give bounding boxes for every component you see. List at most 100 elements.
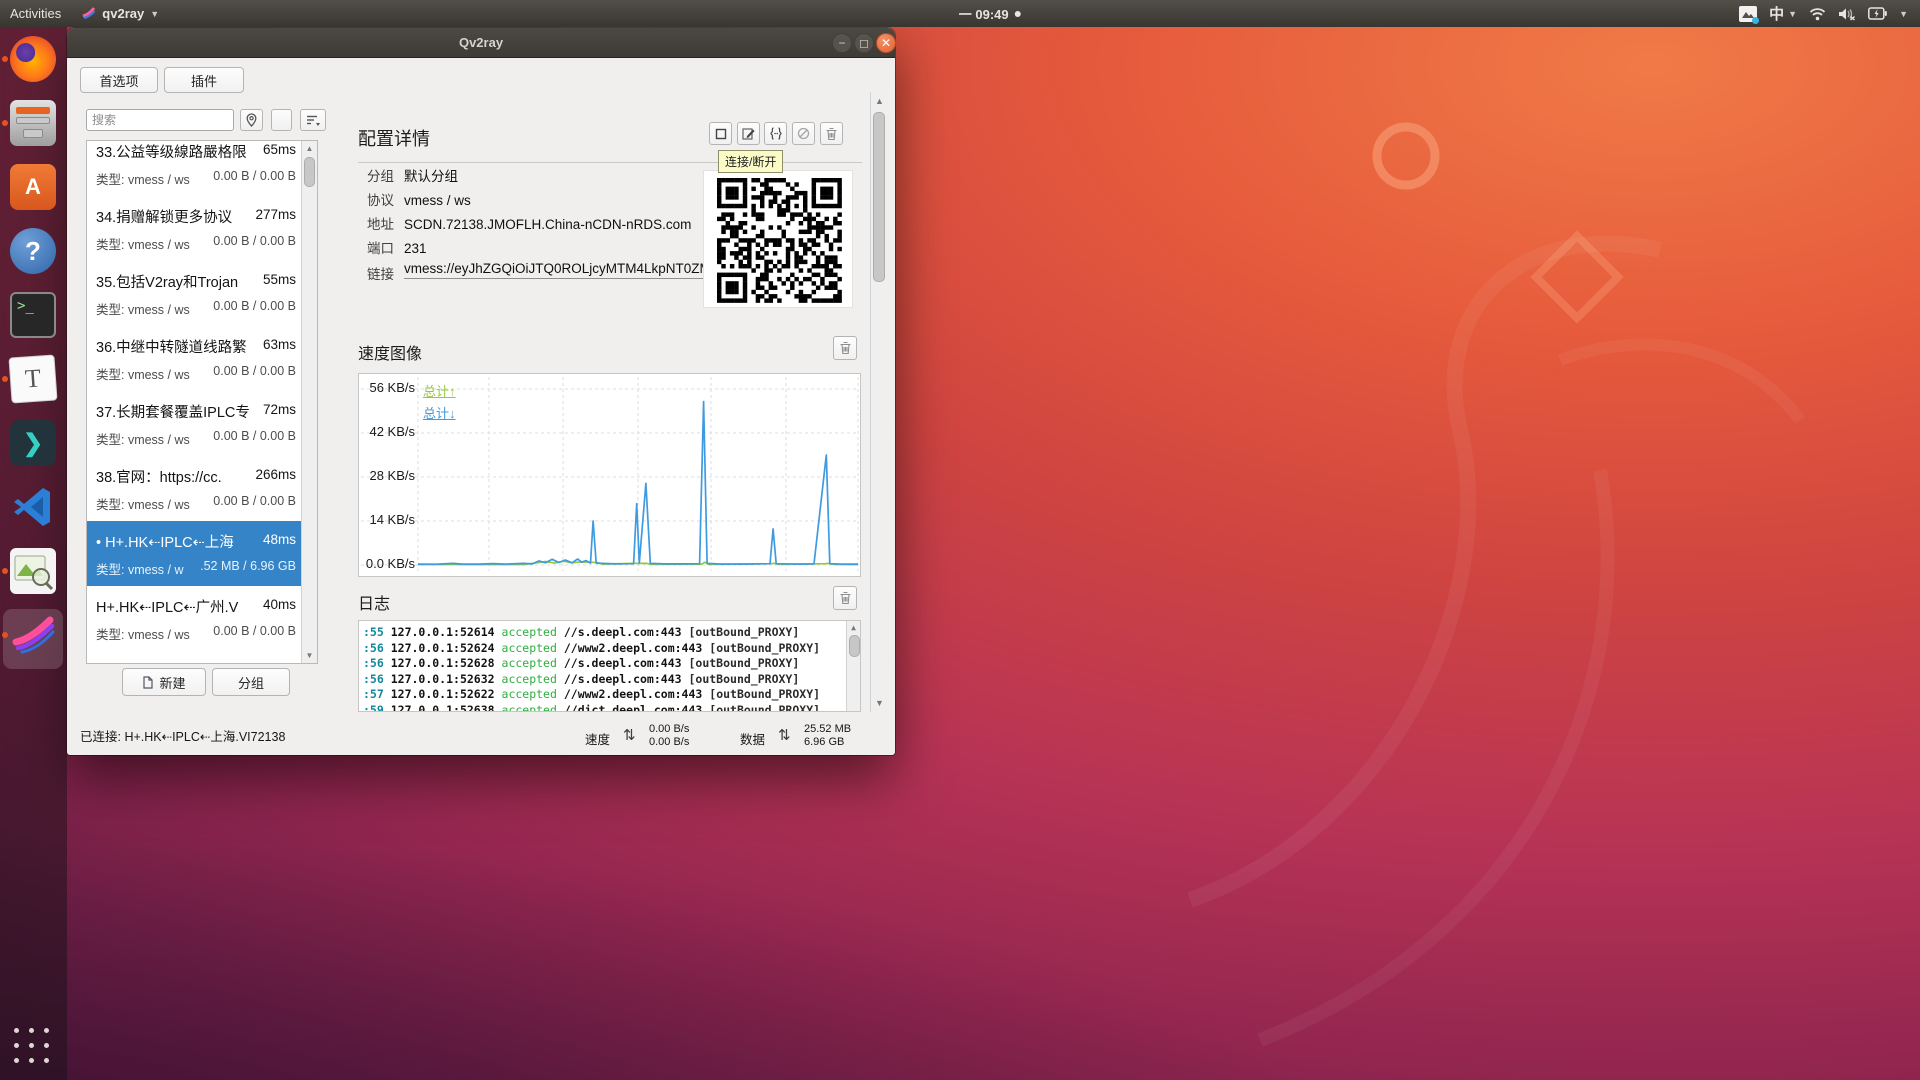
list-item[interactable]: 36.中继中转隧道线路繁 63ms 类型: vmess / ws 0.00 B …	[87, 326, 303, 391]
latency: 72ms	[263, 402, 296, 417]
field-label: 链接	[367, 267, 394, 282]
edit-connection-button[interactable]	[737, 122, 760, 145]
traffic: .52 MB / 6.96 GB	[200, 559, 296, 573]
list-item[interactable]: • H+.HK⇠IPLC⇠上海 48ms 类型: vmess / w .52 M…	[87, 521, 303, 586]
battery-charging-icon[interactable]	[1868, 7, 1887, 20]
sort-icon	[306, 114, 321, 127]
edit-json-button[interactable]	[764, 122, 787, 145]
connection-status: 已连接: H+.HK⇠IPLC⇠上海.VI72138	[80, 726, 285, 745]
connection-name: 37.长期套餐覆盖IPLC专	[96, 401, 256, 422]
list-item[interactable]: H+.HK⇠IPLC⇠广州.V 40ms 类型: vmess / ws 0.00…	[87, 586, 303, 651]
latency: 55ms	[263, 272, 296, 287]
edit-pencil-icon	[742, 127, 755, 140]
scrollbar-thumb[interactable]	[873, 112, 885, 282]
input-method-indicator[interactable]: 中 ▼	[1769, 3, 1797, 24]
scroll-up-icon[interactable]: ▲	[847, 623, 860, 632]
app-menu[interactable]: qv2ray ▼	[71, 0, 169, 27]
trash-icon	[825, 127, 838, 141]
scroll-down-icon[interactable]: ▼	[871, 698, 888, 708]
preferences-button[interactable]: 首选项	[80, 67, 158, 93]
group-button[interactable]: 分组	[212, 668, 290, 696]
running-indicator	[2, 376, 8, 382]
connection-name: 33.公益等级線路嚴格限	[96, 141, 256, 162]
show-applications-button[interactable]	[14, 1028, 52, 1066]
qv2ray-window: Qv2ray − ◻ ✕ 首选项 插件 33.公益等级線路嚴格限 65ms 类型…	[67, 28, 895, 755]
gnome-top-bar: Activities qv2ray ▼ 一 09:49 中 ▼	[0, 0, 1920, 27]
server-list-items: 33.公益等级線路嚴格限 65ms 类型: vmess / ws 0.00 B …	[87, 140, 303, 664]
qv2ray-mini-icon	[81, 6, 96, 21]
plugins-button[interactable]: 插件	[164, 67, 244, 93]
json-braces-icon	[769, 127, 783, 140]
field-port: 端口231	[367, 237, 427, 257]
dock-item-files[interactable]	[10, 100, 56, 146]
speed-up-value: 0.00 B/s	[649, 723, 689, 736]
share-link-input[interactable]: vmess://eyJhZGQiOiJTQ0ROLjcyMTM4LkpNT0ZM…	[404, 261, 704, 279]
system-menu-caret-icon[interactable]: ▼	[1899, 9, 1908, 19]
dock-item-vscode[interactable]	[10, 484, 56, 530]
traffic: 0.00 B / 0.00 B	[213, 494, 296, 508]
wifi-icon[interactable]	[1809, 7, 1826, 21]
activities-button[interactable]: Activities	[0, 0, 71, 27]
dock-item-ubuntu-software[interactable]: A	[10, 164, 56, 210]
list-item[interactable]: 34.捐赠解锁更多协议 277ms 类型: vmess / ws 0.00 B …	[87, 196, 303, 261]
server-list-scrollbar[interactable]: ▲ ▼	[301, 141, 317, 663]
clear-log-button[interactable]	[833, 586, 857, 610]
new-connection-button[interactable]: 新建	[122, 668, 206, 696]
sort-button[interactable]	[300, 109, 326, 131]
test-latency-button[interactable]	[792, 122, 815, 145]
vscode-icon	[10, 484, 56, 530]
log-scrollbar[interactable]: ▲	[846, 621, 860, 711]
list-item[interactable]: 33.公益等级線路嚴格限 65ms 类型: vmess / ws 0.00 B …	[87, 140, 303, 196]
list-item[interactable]: H+.HK⇠IPLC⇠	[87, 651, 303, 664]
list-item[interactable]: 37.长期套餐覆盖IPLC专 72ms 类型: vmess / ws 0.00 …	[87, 391, 303, 456]
text-editor-icon: T	[8, 354, 57, 403]
scrollbar-thumb[interactable]	[849, 635, 860, 657]
dock-item-terminal[interactable]: >_	[10, 292, 56, 338]
screenshot-tool-icon	[10, 548, 56, 594]
close-button[interactable]: ✕	[876, 33, 896, 53]
traffic: 0.00 B / 0.00 B	[213, 364, 296, 378]
connection-name: 35.包括V2ray和Trojan	[96, 271, 256, 292]
dock-item-screenshot-tool[interactable]	[10, 548, 56, 594]
dock-item-text-editor[interactable]: T	[10, 356, 56, 402]
screenshot-tray-icon[interactable]	[1739, 6, 1757, 22]
legend-total-up[interactable]: 总计↑	[423, 381, 456, 400]
details-pane-scrollbar[interactable]: ▲ ▼	[870, 92, 888, 712]
maximize-button[interactable]: ◻	[854, 33, 874, 53]
data-down-value: 6.96 GB	[804, 736, 851, 749]
connection-name: • H+.HK⇠IPLC⇠上海	[96, 531, 256, 552]
clear-graph-button[interactable]	[833, 336, 857, 360]
legend-total-down[interactable]: 总计↓	[423, 403, 456, 422]
list-item[interactable]: 38.官网：https://cc. 266ms 类型: vmess / ws 0…	[87, 456, 303, 521]
data-up-value: 25.52 MB	[804, 723, 851, 736]
minimize-button[interactable]: −	[832, 33, 852, 53]
traffic: 0.00 B / 0.00 B	[213, 234, 296, 248]
volume-muted-icon[interactable]	[1838, 7, 1856, 21]
connect-tooltip: 连接/断开	[718, 150, 783, 173]
clock[interactable]: 一 09:49	[959, 0, 1021, 27]
locate-button[interactable]	[240, 109, 263, 131]
scroll-up-icon[interactable]: ▲	[871, 96, 888, 106]
input-method-caret-icon: ▼	[1788, 9, 1797, 19]
log-line: :56 127.0.0.1:52632 accepted //s.deepl.c…	[363, 672, 860, 688]
scroll-up-icon[interactable]: ▲	[302, 144, 317, 153]
scrollbar-thumb[interactable]	[304, 157, 315, 187]
speed-down-value: 0.00 B/s	[649, 736, 689, 749]
window-title: Qv2ray	[67, 28, 895, 58]
list-item[interactable]: 35.包括V2ray和Trojan 55ms 类型: vmess / ws 0.…	[87, 261, 303, 326]
dock-item-tilix[interactable]: ❯	[10, 420, 56, 466]
qr-code	[703, 170, 853, 308]
connect-disconnect-button[interactable]	[709, 122, 732, 145]
running-indicator	[2, 120, 8, 126]
dock-item-help[interactable]: ?	[10, 228, 56, 274]
connection-type: 类型: vmess / ws	[96, 299, 190, 318]
details-title: 配置详情	[358, 125, 430, 151]
blank-tool-button[interactable]	[271, 109, 292, 131]
window-titlebar[interactable]: Qv2ray	[67, 28, 895, 58]
dock-item-qv2ray[interactable]	[10, 612, 56, 658]
search-input[interactable]	[86, 109, 234, 131]
details-separator	[358, 162, 862, 163]
dock-item-firefox[interactable]	[10, 36, 56, 82]
delete-connection-button[interactable]	[820, 122, 843, 145]
scroll-down-icon[interactable]: ▼	[302, 651, 317, 660]
